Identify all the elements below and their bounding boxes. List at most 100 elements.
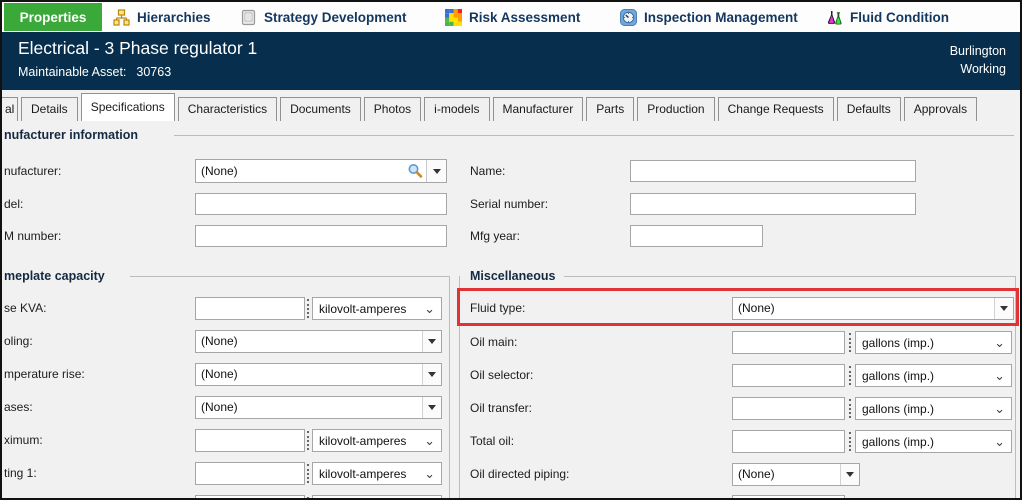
field-splitter-handle[interactable] (849, 432, 853, 451)
tab-defaults[interactable]: Defaults (837, 97, 901, 121)
field-splitter-handle[interactable] (849, 399, 853, 418)
tab-documents[interactable]: Documents (280, 97, 361, 121)
tab-characteristics[interactable]: Characteristics (178, 97, 277, 121)
model-input[interactable] (195, 193, 447, 215)
field-splitter-handle[interactable] (307, 497, 311, 498)
menu-item-risk-assessment[interactable]: Risk Assessment (437, 3, 588, 31)
maximum-unit-select[interactable]: kilovolt-amperes ⌄ (312, 429, 442, 452)
oil-directed-piping-label: Oil directed piping: (470, 463, 569, 486)
serial-number-input[interactable] (630, 193, 916, 215)
tab-details[interactable]: Details (21, 97, 78, 121)
tab-specifications[interactable]: Specifications (81, 93, 175, 121)
fluid-type-highlight-annotation (457, 288, 1019, 326)
name-label: Name: (470, 160, 505, 183)
group-border (174, 135, 1014, 136)
asset-title: Electrical - 3 Phase regulator 1 (18, 38, 257, 59)
unit-value: gallons (imp.) (856, 402, 994, 416)
temperature-rise-select[interactable]: (None) (195, 363, 442, 386)
base-kva-unit-select[interactable]: kilovolt-amperes ⌄ (312, 297, 442, 320)
tab-parts[interactable]: Parts (586, 97, 634, 121)
mfg-year-input[interactable] (630, 225, 763, 247)
oil-transfer-label: Oil transfer: (470, 397, 532, 420)
name-input[interactable] (630, 160, 916, 182)
dropdown-button[interactable] (422, 331, 441, 352)
rating-1-input[interactable] (195, 462, 305, 485)
phases-label: ases: (4, 396, 33, 419)
menu-item-strategy-development[interactable]: Strategy Development (232, 3, 415, 31)
misc-input-partial[interactable] (732, 495, 845, 498)
risk-matrix-icon (445, 9, 462, 26)
dropdown-arrow-icon (428, 405, 436, 410)
flask-icon (826, 9, 843, 26)
menu-item-inspection-management[interactable]: Inspection Management (612, 3, 806, 31)
total-oil-label: Total oil: (470, 430, 514, 453)
asset-id-value: 30763 (136, 65, 171, 79)
specifications-panel: nufacturer information nufacturer: (None… (2, 121, 1020, 498)
tab-change-requests[interactable]: Change Requests (718, 97, 834, 121)
total-oil-input[interactable] (732, 430, 845, 453)
cooling-label: oling: (4, 330, 33, 353)
group-border (449, 276, 450, 498)
temperature-rise-label: mperature rise: (4, 363, 85, 386)
base-kva-input[interactable] (195, 297, 305, 320)
tab-i-models[interactable]: i-models (424, 97, 489, 121)
menu-item-label: Hierarchies (137, 10, 211, 25)
manufacturer-dropdown-button[interactable] (426, 160, 446, 182)
document-icon (240, 9, 257, 26)
manufacturer-info-group-title: nufacturer information (4, 128, 138, 142)
dropdown-button[interactable] (840, 464, 859, 485)
rating-1-unit-select[interactable]: kilovolt-amperes ⌄ (312, 462, 442, 485)
oil-selector-unit-select[interactable]: gallons (imp.) ⌄ (855, 364, 1012, 387)
maximum-label: ximum: (4, 429, 43, 452)
menu-item-fluid-condition[interactable]: Fluid Condition (818, 3, 957, 31)
chevron-down-icon: ⌄ (994, 404, 1005, 414)
oil-transfer-unit-select[interactable]: gallons (imp.) ⌄ (855, 397, 1012, 420)
tab-manufacturer[interactable]: Manufacturer (493, 97, 584, 121)
dropdown-button[interactable] (422, 364, 441, 385)
oil-main-label: Oil main: (470, 331, 517, 354)
oil-main-input[interactable] (732, 331, 845, 354)
oem-number-input[interactable] (195, 225, 447, 247)
search-icon[interactable] (404, 163, 426, 179)
miscellaneous-group-title: Miscellaneous (470, 269, 555, 283)
application-window: Properties Hierarchies St (0, 0, 1022, 500)
manufacturer-lookup[interactable]: (None) (195, 159, 447, 183)
field-splitter-handle[interactable] (307, 464, 311, 483)
oil-main-unit-select[interactable]: gallons (imp.) ⌄ (855, 331, 1012, 354)
oil-transfer-input[interactable] (732, 397, 845, 420)
chevron-down-icon: ⌄ (424, 304, 435, 314)
select-value: (None) (196, 364, 422, 385)
total-oil-unit-select[interactable]: gallons (imp.) ⌄ (855, 430, 1012, 453)
group-border (130, 276, 449, 277)
manufacturer-value: (None) (196, 164, 404, 178)
cooling-select[interactable]: (None) (195, 330, 442, 353)
asset-id-row: Maintainable Asset:30763 (18, 65, 171, 79)
field-splitter-handle[interactable] (307, 299, 311, 318)
maximum-input[interactable] (195, 429, 305, 452)
asset-header: Electrical - 3 Phase regulator 1 Maintai… (2, 32, 1020, 90)
phases-select[interactable]: (None) (195, 396, 442, 419)
tab-photos[interactable]: Photos (364, 97, 421, 121)
select-value: (None) (196, 397, 422, 418)
top-menu-bar: Properties Hierarchies St (2, 2, 1020, 32)
tab-general-cut[interactable]: al (2, 97, 18, 121)
dropdown-arrow-icon (428, 372, 436, 377)
tab-production[interactable]: Production (637, 97, 714, 121)
field-splitter-handle[interactable] (849, 333, 853, 352)
chevron-down-icon: ⌄ (424, 469, 435, 479)
rating-2-unit-select-partial[interactable]: kilovolt-amperes ⌄ (312, 495, 442, 498)
select-value: (None) (733, 464, 840, 485)
tab-approvals[interactable]: Approvals (904, 97, 977, 121)
field-splitter-handle[interactable] (849, 366, 853, 385)
menu-item-properties[interactable]: Properties (4, 3, 102, 31)
hierarchy-icon (113, 9, 130, 26)
oil-selector-input[interactable] (732, 364, 845, 387)
dropdown-arrow-icon (846, 472, 854, 477)
dropdown-button[interactable] (422, 397, 441, 418)
menu-item-hierarchies[interactable]: Hierarchies (105, 3, 219, 31)
field-splitter-handle[interactable] (307, 431, 311, 450)
unit-value: kilovolt-amperes (313, 467, 424, 481)
rating-2-input-partial[interactable] (195, 495, 305, 498)
oil-directed-piping-select[interactable]: (None) (732, 463, 860, 486)
oil-selector-label: Oil selector: (470, 364, 533, 387)
